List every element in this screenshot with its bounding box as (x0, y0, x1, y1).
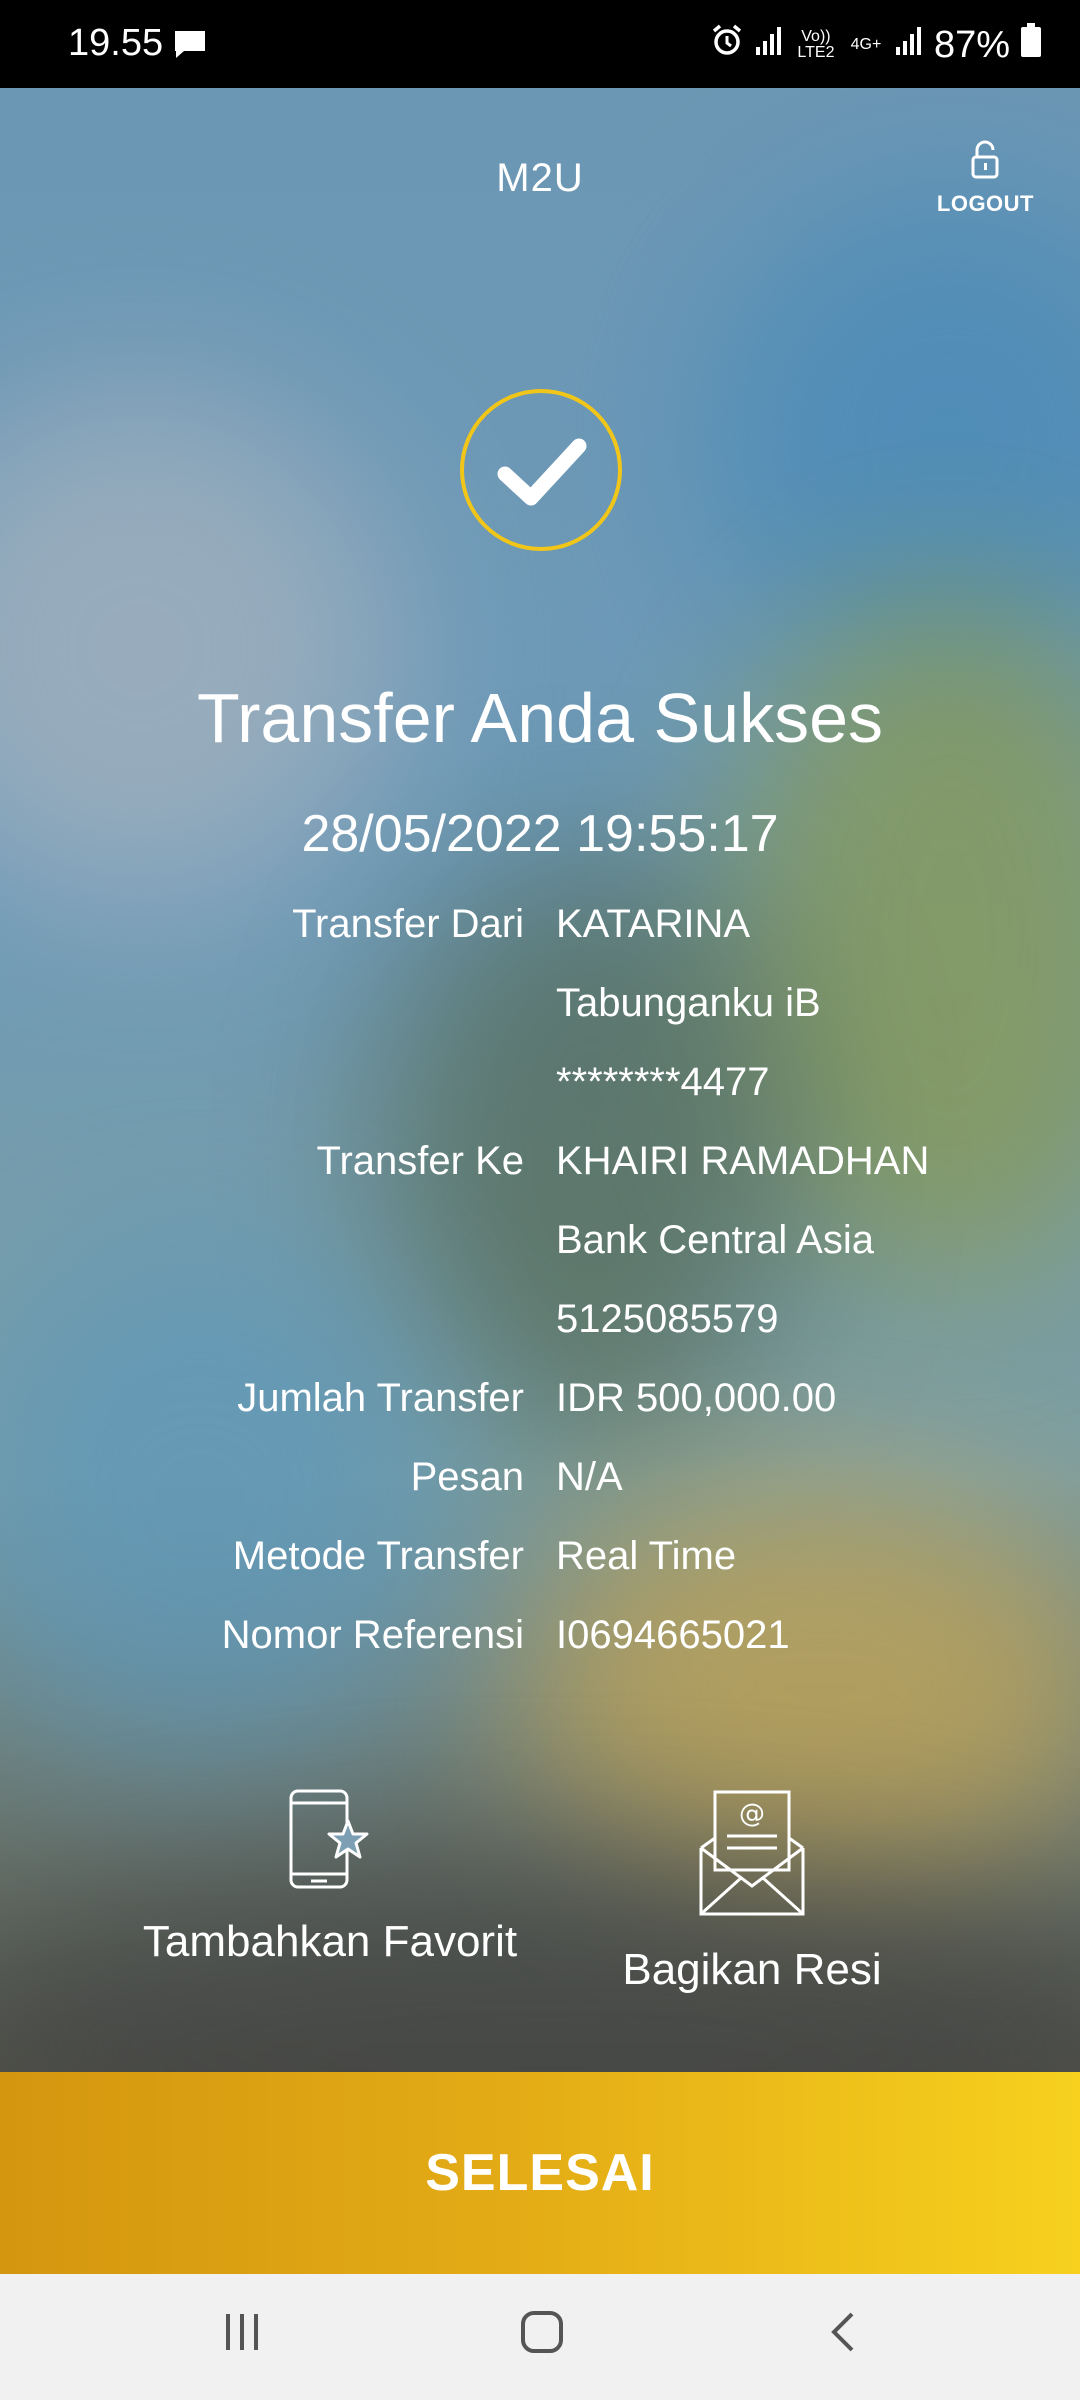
network-type-label: 4G+ (850, 36, 882, 53)
logout-button[interactable]: LOGOUT (937, 140, 1034, 217)
message-value: N/A (556, 1455, 623, 1499)
detail-row-from-product: Tabunganku iB (0, 973, 1080, 1052)
success-check-icon (459, 388, 623, 557)
amount-label: Jumlah Transfer (237, 1376, 524, 1420)
battery-percent: 87% (933, 23, 1010, 66)
to-bank: Bank Central Asia (556, 1218, 874, 1262)
recent-apps-button[interactable] (222, 2310, 262, 2359)
detail-row-message: Pesan N/A (0, 1447, 1080, 1526)
detail-row-reference: Nomor Referensi I06946650​21 (0, 1605, 1080, 1684)
email-envelope-icon: @ (697, 1790, 807, 1922)
reference-label: Nomor Referensi (221, 1613, 524, 1657)
reference-value: I06946650​21 (556, 1613, 790, 1657)
back-button[interactable] (828, 2310, 858, 2359)
to-account: 5125085579 (556, 1297, 779, 1341)
detail-row-to-account: 5125085579 (0, 1289, 1080, 1368)
status-indicators: Vo)) LTE2 4G+ 87% (710, 22, 1042, 68)
signal-icon-1 (754, 24, 784, 67)
from-product: Tabunganku iB (556, 981, 821, 1025)
status-time: 19.55 (68, 22, 164, 64)
add-favorite-label: Tambahkan Favorit (142, 1917, 518, 1966)
detail-row-amount: Jumlah Transfer IDR 500,000.00 (0, 1368, 1080, 1447)
done-button[interactable]: SELESAI (0, 2072, 1080, 2274)
detail-row-from-account: ********4477 (0, 1052, 1080, 1131)
unlock-icon (970, 140, 1000, 184)
transfer-success-screen: M2U LOGOUT Transfer Anda Sukses 28/05/20… (0, 88, 1080, 2072)
to-label: Transfer Ke (316, 1139, 524, 1183)
signal-icon-2 (894, 24, 924, 67)
alarm-icon (710, 23, 744, 67)
volte-label: Vo)) LTE2 (797, 28, 835, 61)
from-name: KATARINA (556, 902, 751, 946)
from-account: ********4477 (556, 1060, 770, 1104)
detail-row-to: Transfer Ke KHAIRI RAMADHAN (0, 1131, 1080, 1210)
share-receipt-button[interactable]: @ Bagikan Resi (552, 1788, 952, 1995)
phone-star-icon (288, 1789, 372, 1894)
home-button[interactable] (520, 2310, 564, 2359)
message-icon (172, 28, 208, 72)
transaction-datetime: 28/05/2022 19:55:17 (301, 805, 779, 863)
detail-row-to-bank: Bank Central Asia (0, 1210, 1080, 1289)
message-label: Pesan (410, 1455, 524, 1499)
to-name: KHAIRI RAMADHAN (556, 1139, 930, 1183)
detail-row-method: Metode Transfer Real Time (0, 1526, 1080, 1605)
status-bar: 19.55 Vo)) LTE2 4G+ 87% (0, 0, 1080, 88)
svg-text:@: @ (739, 1799, 765, 1829)
method-value: Real Time (556, 1534, 737, 1578)
success-title: Transfer Anda Sukses (196, 679, 884, 757)
logout-label: LOGOUT (936, 191, 1034, 216)
add-favorite-button[interactable]: Tambahkan Favorit (120, 1788, 540, 1967)
share-receipt-label: Bagikan Resi (622, 1945, 882, 1994)
method-label: Metode Transfer (232, 1534, 524, 1578)
app-title: M2U (496, 156, 584, 200)
from-label: Transfer Dari (292, 902, 524, 946)
transfer-details: Transfer Dari KATARINA Tabunganku iB ***… (0, 894, 1080, 1684)
detail-row-from: Transfer Dari KATARINA (0, 894, 1080, 973)
system-nav-bar (0, 2274, 1080, 2400)
amount-value: IDR 500,000.00 (556, 1376, 837, 1420)
battery-icon (1020, 22, 1042, 68)
